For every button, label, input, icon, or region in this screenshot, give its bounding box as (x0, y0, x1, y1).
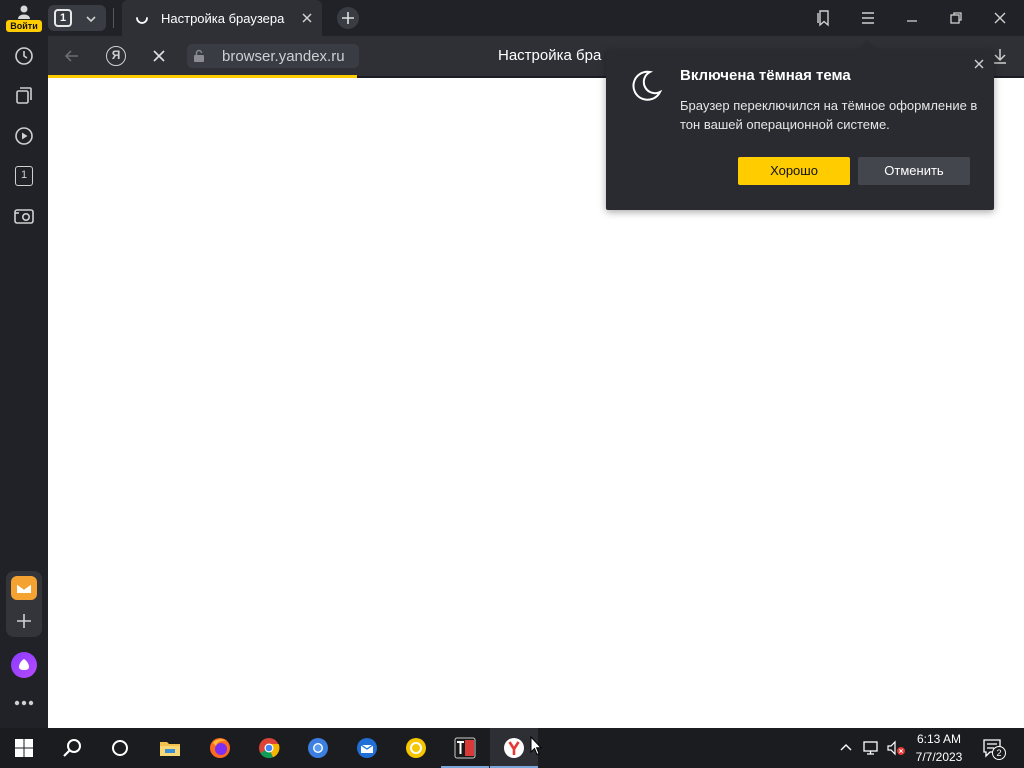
page-title: Настройка бра (498, 47, 602, 64)
loading-spinner-icon (136, 17, 148, 24)
clock-date[interactable]: 7/7/2023 (912, 750, 966, 764)
thunderbird-button[interactable] (343, 728, 391, 768)
chrome-icon (259, 738, 280, 759)
back-arrow-icon[interactable] (62, 46, 82, 66)
collections-icon[interactable] (12, 84, 36, 108)
user-icon (18, 5, 30, 19)
alice-glyph-icon (19, 659, 29, 670)
windows-logo-icon (15, 739, 33, 757)
cortana-button[interactable] (96, 728, 144, 768)
profile-button[interactable]: Войти (6, 3, 42, 33)
sidebar-apps-group (6, 571, 42, 637)
yandex-button[interactable]: Я (106, 46, 126, 66)
chrome-button[interactable] (245, 728, 293, 768)
tab-active[interactable]: Настройка браузера (122, 0, 322, 36)
yandex-circle-icon (406, 738, 426, 758)
more-icon[interactable] (12, 696, 36, 710)
volume-muted-icon[interactable] (886, 740, 906, 756)
chromium-icon (308, 738, 328, 758)
show-hidden-icons-icon[interactable] (838, 740, 854, 756)
dark-theme-popup: Включена тёмная тема Браузер переключилс… (606, 40, 994, 210)
lock-icon[interactable] (193, 49, 205, 63)
popup-text: Браузер переключился на тёмное оформлени… (680, 98, 978, 132)
tab-title: Настройка браузера (161, 11, 285, 26)
file-explorer-button[interactable] (146, 728, 194, 768)
url-text: browser.yandex.ru (222, 48, 345, 65)
divider (113, 8, 114, 28)
envelope-icon (16, 583, 32, 593)
notifications-badge: 2 (992, 746, 1006, 760)
tab-bar: Войти 1 Настройка браузера (0, 0, 1024, 36)
tab-count-label: 1 (15, 166, 33, 186)
minimize-icon[interactable] (902, 8, 922, 28)
close-tab-icon[interactable] (300, 11, 314, 25)
new-tab-button[interactable] (336, 6, 360, 30)
mail-icon[interactable] (11, 576, 37, 600)
close-window-icon[interactable] (990, 8, 1010, 28)
notifications-button[interactable]: 2 (982, 738, 1006, 760)
stop-loading-icon[interactable] (151, 48, 167, 64)
typora-button[interactable] (441, 728, 489, 768)
sidebar: 1 (0, 36, 48, 728)
screenshot-icon[interactable] (12, 204, 36, 228)
close-popup-icon[interactable] (972, 57, 986, 71)
taskbar: 6:13 AM 7/7/2023 2 (0, 728, 1024, 768)
network-icon[interactable] (862, 740, 880, 756)
yandex-browser-icon (504, 738, 524, 758)
signin-label: Войти (6, 20, 42, 32)
thunderbird-icon (357, 738, 377, 758)
popup-title: Включена тёмная тема (680, 67, 851, 84)
screen: Войти 1 Настройка браузера 1 Я browser.y… (0, 0, 1024, 768)
start-button[interactable] (0, 728, 48, 768)
tab-switcher[interactable]: 1 (48, 5, 106, 31)
chevron-down-icon (86, 16, 96, 23)
restore-icon[interactable] (946, 8, 966, 28)
chromium-button[interactable] (294, 728, 342, 768)
typora-icon (454, 737, 476, 759)
search-button[interactable] (48, 728, 96, 768)
firefox-button[interactable] (196, 728, 244, 768)
clock-time[interactable]: 6:13 AM (912, 732, 966, 746)
menu-icon[interactable] (858, 8, 878, 28)
moon-icon (632, 70, 663, 101)
history-icon[interactable] (12, 44, 36, 68)
cancel-button[interactable]: Отменить (858, 157, 970, 185)
cortana-icon (112, 740, 128, 756)
tab-count: 1 (54, 9, 72, 27)
bookmarks-icon[interactable] (814, 8, 834, 28)
search-icon (63, 739, 81, 757)
add-app-icon[interactable] (15, 612, 33, 630)
url-field[interactable]: browser.yandex.ru (187, 44, 359, 68)
video-icon[interactable] (12, 124, 36, 148)
folder-icon (160, 742, 180, 756)
ok-button[interactable]: Хорошо (738, 157, 850, 185)
tab-count-icon[interactable]: 1 (12, 164, 36, 188)
mouse-cursor-icon (530, 736, 542, 756)
alice-assistant-icon[interactable] (11, 652, 37, 678)
yandex-alt-button[interactable] (392, 728, 440, 768)
firefox-icon (210, 738, 230, 758)
